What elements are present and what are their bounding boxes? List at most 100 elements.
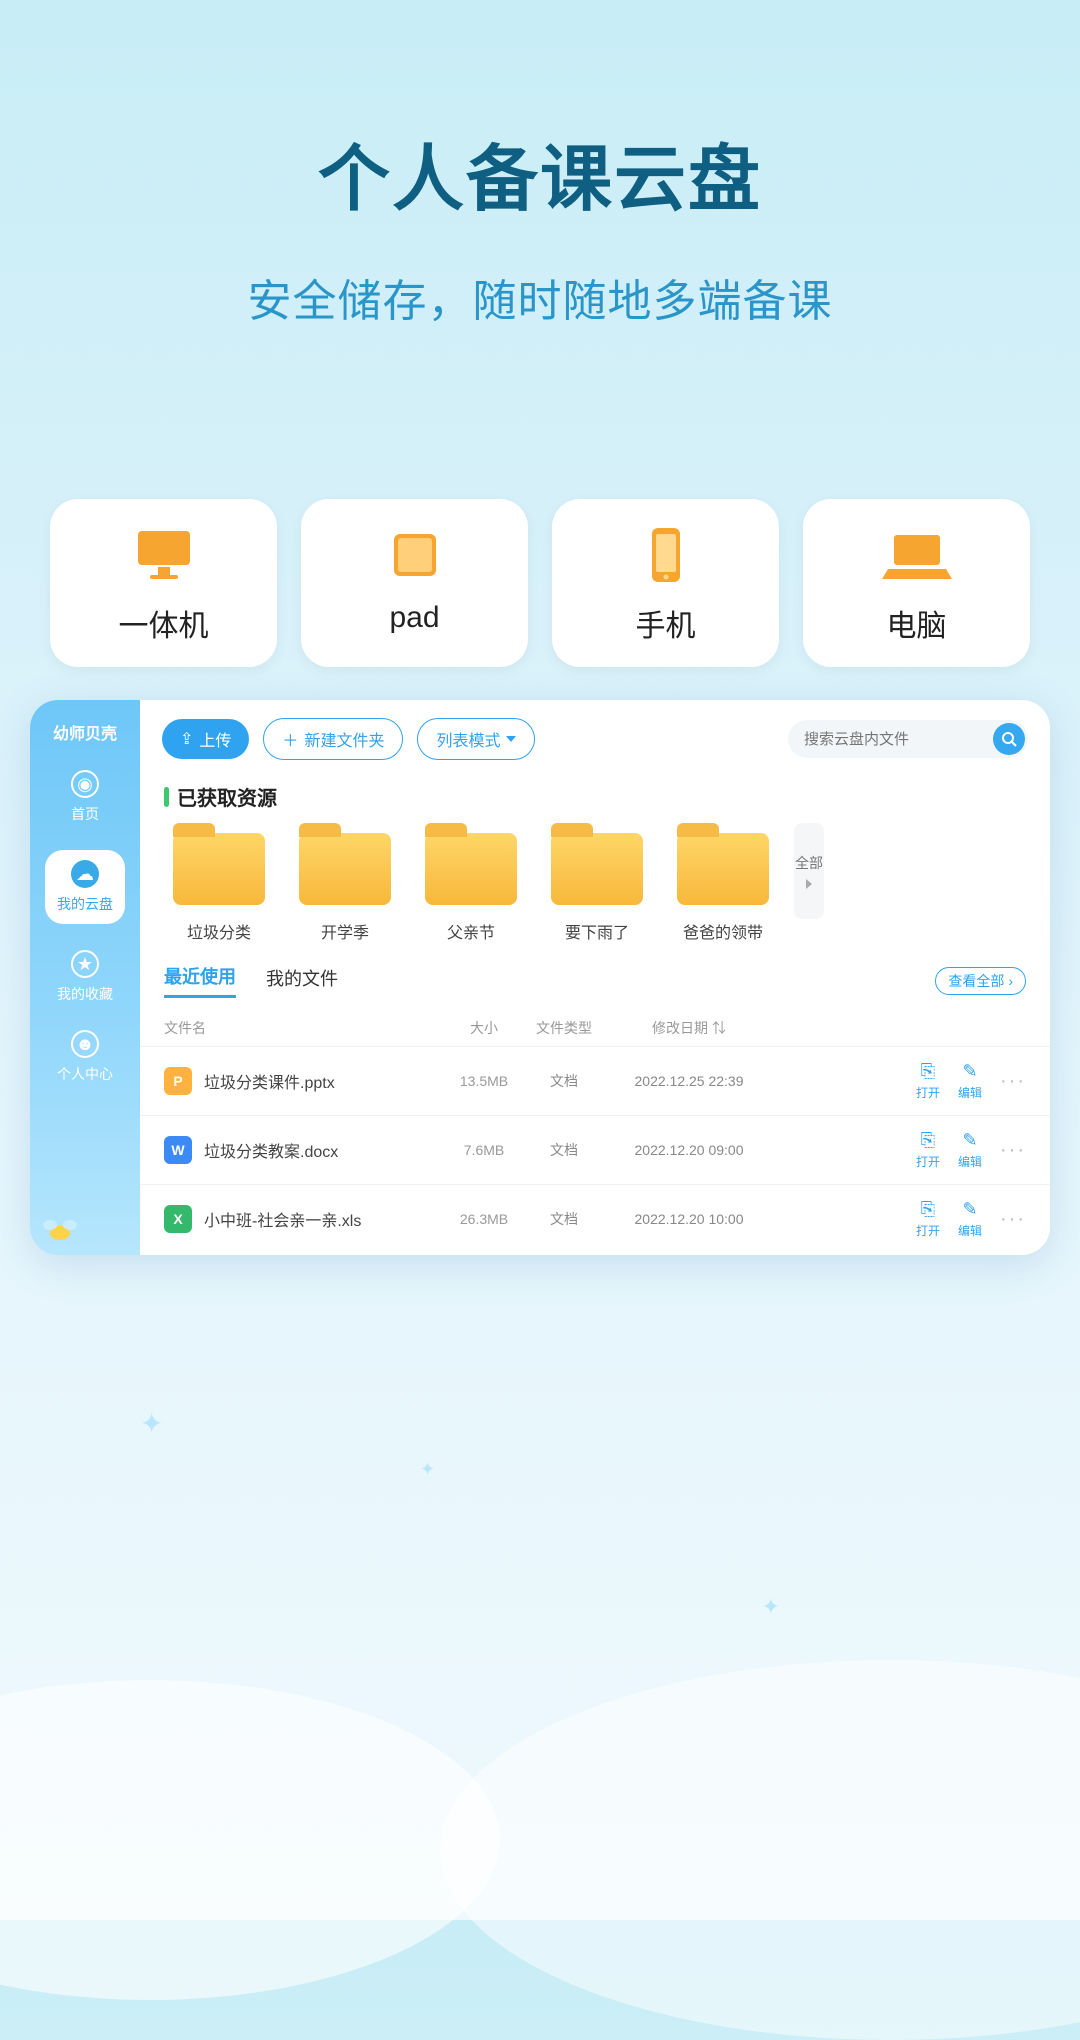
cloud-decoration (0, 1680, 500, 2000)
file-date: 2022.12.20 09:00 (604, 1142, 774, 1158)
folder-icon (677, 833, 769, 905)
sidebar-item-favorites[interactable]: ★ 我的收藏 (54, 950, 116, 1004)
resources-title: 已获取资源 (140, 772, 1050, 823)
col-name: 文件名 (164, 1018, 444, 1038)
folder-label: 要下雨了 (565, 919, 629, 943)
open-button[interactable]: ⎘打开 (916, 1130, 940, 1170)
cloud-drive-panel: 幼师贝壳 ◉ 首页 ☁ 我的云盘 ★ 我的收藏 ☻ 个人中心 ⇪ 上传 ＋ (30, 700, 1050, 1255)
new-folder-button[interactable]: ＋ 新建文件夹 (263, 718, 403, 760)
more-button[interactable]: ··· (1000, 1208, 1026, 1231)
folder-label: 爸爸的领带 (683, 919, 763, 943)
edit-button[interactable]: ✎编辑 (958, 1199, 982, 1239)
device-cards: 一体机 pad 手机 电脑 (0, 499, 1080, 667)
view-mode-label: 列表模式 (436, 727, 500, 751)
file-size: 26.3MB (444, 1211, 524, 1227)
more-button[interactable]: ··· (1000, 1139, 1026, 1162)
device-label: 一体机 (119, 601, 209, 645)
sort-icon: ⇅ (712, 1020, 726, 1036)
search-button[interactable] (993, 723, 1025, 755)
open-icon: ⎘ (921, 1061, 935, 1082)
folder-label: 父亲节 (447, 919, 495, 943)
folder-grid: 垃圾分类 开学季 父亲节 要下雨了 爸爸的领带 全部 (140, 823, 1050, 943)
col-date-label: 修改日期 (652, 1020, 708, 1036)
table-row[interactable]: W 垃圾分类教案.docx 7.6MB 文档 2022.12.20 09:00 … (140, 1115, 1050, 1184)
tab-my-files[interactable]: 我的文件 (266, 965, 338, 997)
upload-icon: ⇪ (180, 729, 193, 749)
edit-label: 编辑 (958, 1153, 982, 1170)
edit-icon: ✎ (962, 1061, 977, 1082)
file-name: 小中班-社会亲一亲.xls (204, 1207, 444, 1231)
monitor-icon (129, 525, 199, 585)
open-label: 打开 (916, 1153, 940, 1170)
col-size: 大小 (444, 1018, 524, 1038)
file-type-icon: W (164, 1136, 192, 1164)
col-date[interactable]: 修改日期 ⇅ (604, 1018, 774, 1038)
device-label: pad (389, 601, 439, 635)
upload-button[interactable]: ⇪ 上传 (162, 719, 249, 759)
folder-item[interactable]: 要下雨了 (542, 823, 652, 943)
device-card-phone: 手机 (552, 499, 779, 667)
folder-icon (299, 833, 391, 905)
file-date: 2022.12.25 22:39 (604, 1073, 774, 1089)
toolbar: ⇪ 上传 ＋ 新建文件夹 列表模式 (140, 700, 1050, 772)
folder-icon (173, 833, 265, 905)
user-icon: ☻ (71, 1030, 99, 1058)
folder-icon (551, 833, 643, 905)
home-icon: ◉ (71, 770, 99, 798)
chevron-right-icon: › (1008, 973, 1013, 989)
open-button[interactable]: ⎘打开 (916, 1061, 940, 1101)
edit-label: 编辑 (958, 1084, 982, 1101)
cloud-decoration (440, 1660, 1080, 2040)
chevron-right-icon (806, 879, 812, 889)
laptop-icon (882, 525, 952, 585)
file-date: 2022.12.20 10:00 (604, 1211, 774, 1227)
open-icon: ⎘ (921, 1199, 935, 1220)
open-button[interactable]: ⎘ 打开 (916, 1199, 940, 1239)
plus-icon: ＋ (282, 727, 298, 751)
search-input[interactable] (788, 720, 1028, 758)
device-label: 电脑 (887, 601, 947, 645)
tab-recent[interactable]: 最近使用 (164, 963, 236, 998)
file-tabs: 最近使用 我的文件 查看全部 › (140, 943, 1050, 1004)
sidebar-item-cloud[interactable]: ☁ 我的云盘 (45, 850, 125, 924)
view-mode-select[interactable]: 列表模式 (417, 718, 535, 760)
table-row[interactable]: X 小中班-社会亲一亲.xls 26.3MB 文档 2022.12.20 10:… (140, 1184, 1050, 1253)
page-subtitle: 安全储存，随时随地多端备课 (0, 265, 1080, 329)
sidebar-item-profile[interactable]: ☻ 个人中心 (54, 1030, 116, 1084)
sidebar-item-home[interactable]: ◉ 首页 (54, 770, 116, 824)
more-button[interactable]: ··· (1000, 1070, 1026, 1093)
view-all-label: 查看全部 (948, 971, 1004, 991)
file-type: 文档 (524, 1071, 604, 1091)
bee-icon (40, 1215, 80, 1245)
upload-label: 上传 (199, 727, 231, 751)
col-type: 文件类型 (524, 1018, 604, 1038)
table-row[interactable]: P 垃圾分类课件.pptx 13.5MB 文档 2022.12.25 22:39… (140, 1046, 1050, 1115)
view-all-folders-button[interactable]: 全部 (794, 823, 824, 919)
file-size: 7.6MB (444, 1142, 524, 1158)
folder-icon (425, 833, 517, 905)
new-folder-label: 新建文件夹 (304, 727, 384, 751)
edit-button[interactable]: ✎ 编辑 (958, 1061, 982, 1101)
folder-label: 开学季 (321, 919, 369, 943)
view-all-files-button[interactable]: 查看全部 › (935, 967, 1026, 995)
file-table-header: 文件名 大小 文件类型 修改日期 ⇅ (140, 1004, 1050, 1046)
sidebar-item-label: 首页 (71, 804, 99, 824)
folder-item[interactable]: 父亲节 (416, 823, 526, 943)
folder-item[interactable]: 垃圾分类 (164, 823, 274, 943)
page-title: 个人备课云盘 (0, 120, 1080, 225)
all-label: 全部 (795, 853, 823, 873)
star-decoration: ✦ (420, 1459, 435, 1480)
file-type: 文档 (524, 1209, 604, 1229)
star-icon: ★ (71, 950, 99, 978)
file-name: 垃圾分类课件.pptx (204, 1069, 444, 1093)
cloud-icon: ☁ (71, 860, 99, 888)
open-label: 打开 (916, 1222, 940, 1239)
file-size: 13.5MB (444, 1073, 524, 1089)
folder-label: 垃圾分类 (187, 919, 251, 943)
sidebar-item-label: 我的云盘 (57, 894, 113, 914)
folder-item[interactable]: 爸爸的领带 (668, 823, 778, 943)
edit-icon: ✎ (962, 1130, 977, 1151)
edit-button[interactable]: ✎ 编辑 (958, 1130, 982, 1170)
chevron-down-icon (506, 736, 516, 742)
folder-item[interactable]: 开学季 (290, 823, 400, 943)
